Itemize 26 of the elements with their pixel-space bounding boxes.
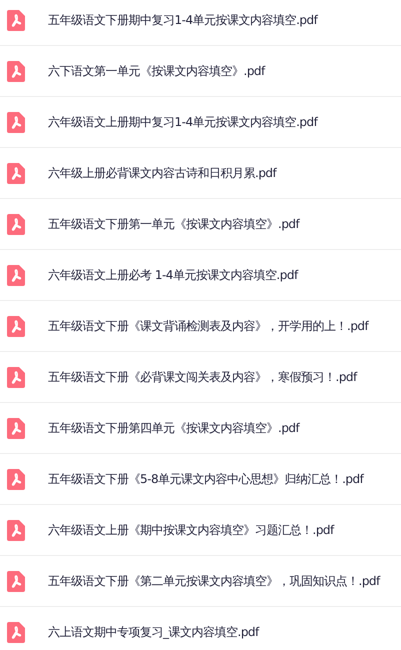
file-name: 五年级语文下册《第二单元按课文内容填空》，巩固知识点！.pdf — [48, 572, 380, 590]
pdf-file-icon — [7, 112, 25, 132]
file-name: 五年级语文下册《必背课文闯关表及内容》，寒假预习！.pdf — [48, 368, 357, 386]
pdf-file-icon — [7, 468, 25, 490]
file-name: 五年级语文下册《课文背诵检测表及内容》，开学用的上！.pdf — [48, 318, 368, 334]
pdf-file-icon — [7, 570, 25, 592]
file-name: 五年级语文下册期中复习1-4单元按课文内容填空.pdf — [48, 12, 318, 28]
file-name: 五年级语文下册第四单元《按课文内容填空》.pdf — [48, 420, 300, 436]
file-name: 五年级语文下册《5-8单元课文内容中心思想》归纳汇总！.pdf — [48, 470, 364, 488]
file-name: 六下语文第一单元《按课文内容填空》.pdf — [48, 62, 265, 80]
file-name: 六上语文期中专项复习_课文内容填空.pdf — [48, 624, 259, 640]
file-name: 五年级语文下册第一单元《按课文内容填空》.pdf — [48, 216, 300, 232]
pdf-file-icon — [7, 264, 25, 286]
pdf-file-icon — [7, 60, 25, 82]
pdf-file-icon — [7, 162, 25, 184]
pdf-file-icon — [7, 10, 25, 30]
file-name: 六年级语文上册必考 1-4单元按课文内容填空.pdf — [48, 266, 298, 284]
file-name: 六年级语文上册期中复习1-4单元按课文内容填空.pdf — [48, 114, 318, 130]
pdf-file-icon — [7, 316, 25, 336]
file-name: 六年级上册必背课文内容古诗和日积月累.pdf — [48, 164, 276, 182]
pdf-file-icon — [7, 520, 25, 540]
pdf-file-icon — [7, 418, 25, 438]
pdf-file-icon — [7, 214, 25, 234]
pdf-file-icon — [7, 366, 25, 388]
file-name: 六年级语文上册《期中按课文内容填空》习题汇总！.pdf — [48, 522, 334, 538]
pdf-file-icon — [7, 622, 25, 642]
